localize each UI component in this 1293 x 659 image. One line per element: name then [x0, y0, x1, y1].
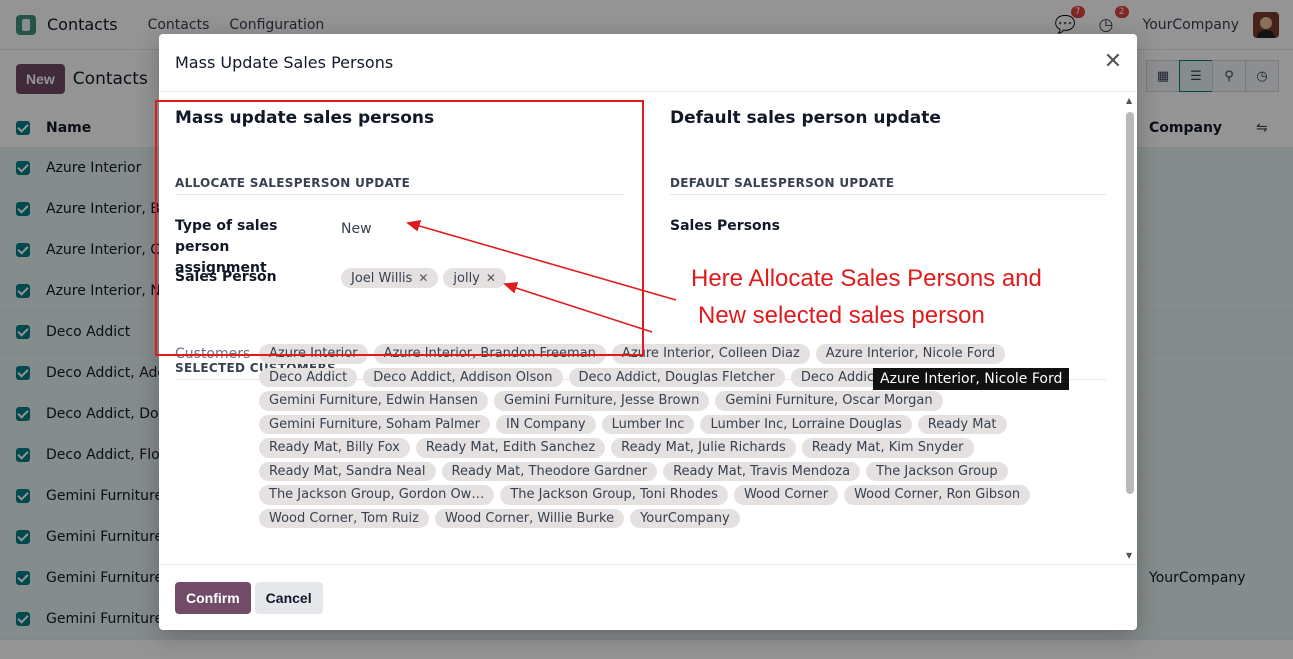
divider	[670, 194, 1106, 195]
customer-tag[interactable]: IN Company	[496, 414, 596, 434]
customer-tag[interactable]: Gemini Furniture, Oscar Morgan	[715, 391, 943, 411]
customer-tag[interactable]: Wood Corner	[733, 485, 839, 505]
close-icon[interactable]: ✕	[1103, 51, 1123, 73]
confirm-button[interactable]: Confirm	[175, 581, 251, 614]
customer-tag[interactable]: Wood Corner, Ron Gibson	[844, 485, 1031, 505]
customer-tag[interactable]: Ready Mat, Travis Mendoza	[663, 461, 861, 481]
sales-persons-label: Sales Persons	[670, 218, 780, 234]
scroll-up-icon[interactable]: ▲	[1126, 96, 1132, 105]
scroll-down-icon[interactable]: ▼	[1126, 551, 1132, 560]
customer-tag[interactable]: The Jackson Group, Gordon Ow…	[259, 485, 495, 505]
scroll-thumb[interactable]	[1126, 112, 1134, 494]
cancel-button[interactable]: Cancel	[254, 581, 323, 614]
customer-tag[interactable]: Ready Mat	[917, 414, 1007, 434]
customer-tag[interactable]: Ready Mat, Edith Sanchez	[415, 438, 606, 458]
customer-tag[interactable]: The Jackson Group	[866, 461, 1008, 481]
customer-tag[interactable]: Wood Corner, Willie Burke	[434, 508, 625, 528]
customer-tag[interactable]: Gemini Furniture, Edwin Hansen	[259, 391, 489, 411]
dialog-title: Mass Update Sales Persons	[175, 53, 394, 72]
annotation-highlight-box	[155, 100, 644, 356]
customer-tag[interactable]: Ready Mat, Billy Fox	[259, 438, 410, 458]
customer-tag[interactable]: Azure Interior, Nicole Ford	[815, 344, 1006, 364]
annotation-text-line2: New selected sales person	[698, 302, 985, 329]
customer-tag[interactable]: Wood Corner, Tom Ruiz	[259, 508, 429, 528]
tag-tooltip: Azure Interior, Nicole Ford	[873, 368, 1070, 390]
default-section-label: DEFAULT SALESPERSON UPDATE	[670, 176, 895, 190]
customer-tag[interactable]: Lumber Inc, Lorraine Douglas	[700, 414, 912, 434]
dialog-footer: Confirm Cancel	[159, 564, 1137, 630]
right-section-heading: Default sales person update	[670, 108, 941, 128]
customer-tag[interactable]: Ready Mat, Kim Snyder	[801, 438, 974, 458]
annotation-text-line1: Here Allocate Sales Persons and	[691, 265, 1042, 292]
customer-tag[interactable]: Ready Mat, Theodore Gardner	[441, 461, 658, 481]
customer-tag[interactable]: YourCompany	[630, 508, 740, 528]
customer-tag[interactable]: Gemini Furniture, Soham Palmer	[259, 414, 491, 434]
customer-tag[interactable]: Deco Addict	[259, 367, 358, 387]
customer-tag[interactable]: Lumber Inc	[601, 414, 695, 434]
dialog-scrollbar[interactable]: ▲ ▼	[1126, 96, 1134, 560]
customer-tag[interactable]: Ready Mat, Julie Richards	[611, 438, 796, 458]
customer-tag[interactable]: Gemini Furniture, Jesse Brown	[494, 391, 710, 411]
customer-tag[interactable]: Ready Mat, Sandra Neal	[259, 461, 436, 481]
customer-tag[interactable]: Deco Addict, Douglas Fletcher	[568, 367, 785, 387]
customer-tag[interactable]: The Jackson Group, Toni Rhodes	[500, 485, 728, 505]
customer-tag[interactable]: Deco Addict, Addison Olson	[363, 367, 563, 387]
dialog-header: Mass Update Sales Persons ✕	[159, 34, 1137, 92]
